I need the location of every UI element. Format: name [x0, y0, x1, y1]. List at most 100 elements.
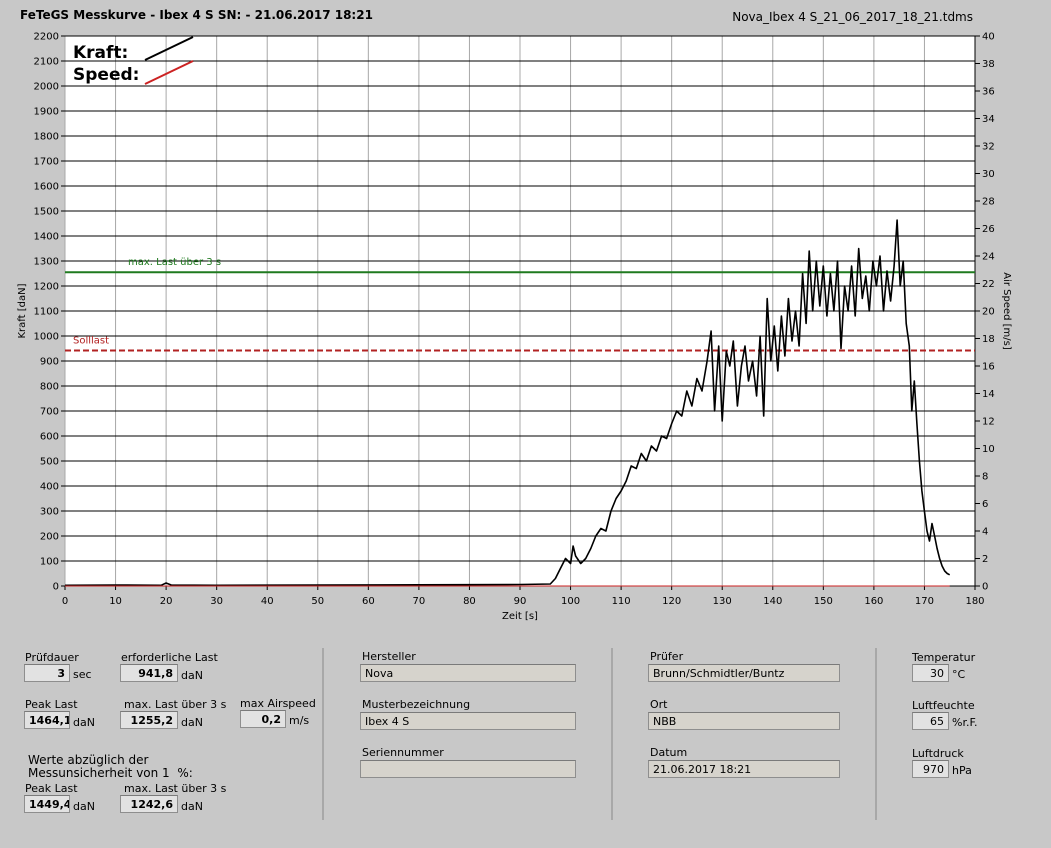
y2-tick-label: 32: [982, 142, 995, 153]
luftdruck-value: 970: [912, 760, 949, 778]
measurement-uncertainty-note: Werte abzüglich der Messunsicherheit von…: [28, 753, 193, 780]
x-tick-label: 180: [965, 596, 984, 607]
y2-tick-label: 26: [982, 224, 995, 235]
max-last-2-label: max. Last über 3 s: [124, 782, 227, 795]
x-tick-label: 100: [561, 596, 580, 607]
x-tick-label: 20: [160, 596, 173, 607]
y2-tick-label: 40: [982, 32, 995, 43]
y2-tick-label: 12: [982, 417, 995, 428]
y-tick-label: 800: [40, 382, 59, 393]
y-tick-label: 500: [40, 457, 59, 468]
y2-tick-label: 30: [982, 169, 995, 180]
peak-last-value: 1464,1: [24, 711, 70, 729]
y2-tick-label: 38: [982, 59, 995, 70]
max-last-value: 1255,2: [120, 711, 178, 729]
hersteller-label: Hersteller: [362, 650, 416, 663]
musterbezeichnung-field: Ibex 4 S: [360, 712, 576, 730]
max-last-unit: daN: [181, 716, 203, 729]
x-tick-label: 140: [763, 596, 782, 607]
y-tick-label: 1600: [34, 182, 59, 193]
y2-tick-label: 28: [982, 197, 995, 208]
x-tick-label: 10: [109, 596, 122, 607]
musterbezeichnung-label: Musterbezeichnung: [362, 698, 471, 711]
separator: [611, 648, 613, 820]
separator: [875, 648, 877, 820]
y2-tick-label: 22: [982, 279, 995, 290]
x-tick-label: 120: [662, 596, 681, 607]
x-tick-label: 110: [612, 596, 631, 607]
y2-tick-label: 18: [982, 334, 995, 345]
force-speed-chart: 0 10 20 30 40 50 60 70 80 90 100 110 120 130 140 150 160…: [17, 32, 1012, 623]
y-axis-right: 0246810121416182022242628303234363840: [974, 32, 995, 593]
y2-tick-label: 6: [982, 499, 988, 510]
peak-last-2-value: 1449,4: [24, 795, 70, 813]
y-tick-label: 1200: [34, 282, 59, 293]
x-tick-label: 130: [713, 596, 732, 607]
y-tick-label: 1400: [34, 232, 59, 243]
x-tick-label: 30: [210, 596, 223, 607]
luftdruck-label: Luftdruck: [912, 747, 964, 760]
ort-label: Ort: [650, 698, 668, 711]
y-tick-label: 1300: [34, 257, 59, 268]
luftfeuchte-value: 65: [912, 712, 949, 730]
y2-tick-label: 0: [982, 582, 988, 593]
y2-tick-label: 34: [982, 114, 995, 125]
y2-tick-label: 8: [982, 472, 988, 483]
y-tick-label: 600: [40, 432, 59, 443]
temperatur-unit: °C: [952, 668, 966, 681]
x-tick-label: 0: [62, 596, 68, 607]
y-tick-label: 1000: [34, 332, 59, 343]
pruefdauer-label: Prüfdauer: [25, 651, 79, 664]
y-tick-label: 100: [40, 557, 59, 568]
x-axis-label: Zeit [s]: [502, 611, 538, 622]
erforderliche-last-value: 941,8: [120, 664, 178, 682]
peak-last-2-unit: daN: [73, 800, 95, 813]
x-tick-label: 150: [814, 596, 833, 607]
x-tick-label: 170: [915, 596, 934, 607]
y-tick-label: 0: [53, 582, 59, 593]
y2-tick-label: 24: [982, 252, 995, 263]
y-tick-label: 2200: [34, 32, 59, 43]
y-tick-label: 400: [40, 482, 59, 493]
y2-tick-label: 4: [982, 527, 988, 538]
temperatur-value: 30: [912, 664, 949, 682]
pruefer-field: Brunn/Schmidtler/Buntz: [648, 664, 840, 682]
seriennummer-label: Seriennummer: [362, 746, 444, 759]
x-tick-label: 90: [514, 596, 527, 607]
temperatur-label: Temperatur: [912, 651, 976, 664]
y-tick-label: 1500: [34, 207, 59, 218]
ort-field: NBB: [648, 712, 840, 730]
y-tick-label: 1100: [34, 307, 59, 318]
y-tick-label: 1900: [34, 107, 59, 118]
pruefdauer-value: 3: [24, 664, 70, 682]
max-last-2-unit: daN: [181, 800, 203, 813]
x-tick-label: 50: [311, 596, 324, 607]
hersteller-field: Nova: [360, 664, 576, 682]
y-tick-label: 1700: [34, 157, 59, 168]
pruefer-label: Prüfer: [650, 650, 684, 663]
y-tick-label: 200: [40, 532, 59, 543]
max-last-2-value: 1242,6: [120, 795, 178, 813]
erforderliche-last-label: erforderliche Last: [121, 651, 218, 664]
y-tick-label: 2100: [34, 57, 59, 68]
max-airspeed-value: 0,2: [240, 710, 286, 728]
y-axis-label: Kraft [daN]: [17, 283, 28, 338]
erforderliche-last-unit: daN: [181, 669, 203, 682]
peak-last-label: Peak Last: [25, 698, 78, 711]
luftfeuchte-label: Luftfeuchte: [912, 699, 975, 712]
x-tick-label: 40: [261, 596, 274, 607]
reference-line-label: Solllast: [73, 336, 109, 347]
y2-tick-label: 16: [982, 362, 995, 373]
y-tick-label: 700: [40, 407, 59, 418]
x-tick-label: 80: [463, 596, 476, 607]
luftdruck-unit: hPa: [952, 764, 972, 777]
seriennummer-field: [360, 760, 576, 778]
datum-field: 21.06.2017 18:21: [648, 760, 840, 778]
max-airspeed-unit: m/s: [289, 714, 310, 727]
y2-tick-label: 20: [982, 307, 995, 318]
peak-last-2-label: Peak Last: [25, 782, 78, 795]
y2-tick-label: 36: [982, 87, 995, 98]
legend-speed-label: Speed:: [73, 65, 139, 85]
legend-kraft-label: Kraft:: [73, 43, 128, 63]
max-last-label: max. Last über 3 s: [124, 698, 227, 711]
